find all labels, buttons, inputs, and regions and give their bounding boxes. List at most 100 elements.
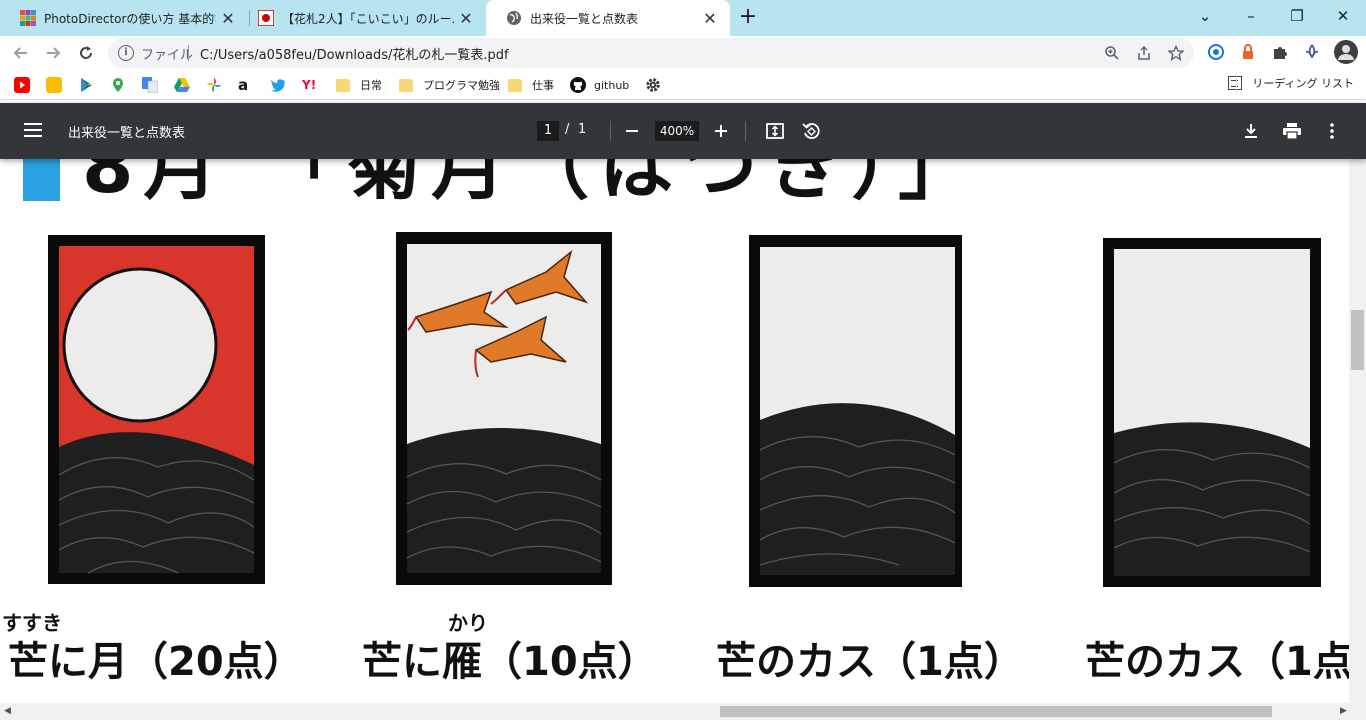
zoom-icon[interactable] (1102, 43, 1122, 63)
minimize-button[interactable]: – (1228, 0, 1274, 32)
card-2-caption: 芒に雁（10点） (362, 639, 658, 685)
toolbar-divider (610, 121, 611, 141)
card-susuki-plain-2 (1103, 238, 1321, 587)
card-1-caption: 芒に月（20点） (8, 639, 304, 685)
toolbar-divider (745, 121, 746, 141)
minus-icon (626, 130, 638, 132)
bookmark-maps[interactable] (110, 76, 126, 94)
restore-button[interactable]: ❐ (1274, 0, 1320, 32)
card-susuki-plain-1 (749, 235, 962, 587)
extension-fleur-icon[interactable] (1302, 43, 1322, 63)
share-icon[interactable] (1134, 43, 1154, 63)
browser-toolbar: i ファイル C:/Users/a058feu/Downloads/花札の札一覧… (0, 36, 1366, 70)
maps-icon (113, 78, 123, 92)
fit-to-page-icon (766, 123, 784, 139)
page-total: 1 (578, 122, 587, 137)
reload-button[interactable] (73, 40, 99, 66)
horizontal-scrollbar-thumb[interactable] (720, 706, 1272, 717)
bookmark-keep[interactable] (46, 76, 62, 94)
download-button[interactable] (1238, 118, 1264, 144)
bookmark-photos[interactable] (206, 76, 222, 94)
print-button[interactable] (1279, 118, 1305, 144)
pdf-title: 出来役一覧と点数表 (68, 126, 186, 141)
file-scheme-label: ファイル (141, 48, 194, 63)
bookmark-play[interactable] (78, 76, 94, 94)
more-options-button[interactable] (1319, 118, 1345, 144)
bookmark-twitter[interactable] (270, 76, 286, 94)
tab-title: 出来役一覧と点数表 (530, 11, 639, 26)
bookmarks-divider (1236, 76, 1237, 94)
tab-koikoi[interactable]: 【花札2人】「こいこい」のルールと役一 ✕ (238, 0, 486, 36)
bookmark-github[interactable]: github (570, 76, 629, 94)
extension-swirl-icon[interactable] (1206, 43, 1226, 63)
forward-button[interactable] (40, 40, 66, 66)
extension-lock-icon[interactable] (1238, 43, 1258, 63)
arrow-left-icon (13, 47, 27, 59)
arrow-right-icon (47, 47, 61, 59)
reading-list-label: リーディング リスト (1252, 77, 1354, 90)
new-tab-button[interactable]: + (736, 4, 760, 32)
pdf-page-content: 8月 「菊月（はつき）」 すすき 芒に月（20点） かり 芒に雁（10点） 芒の… (0, 159, 1349, 703)
photos-icon (207, 78, 221, 92)
rotate-icon (802, 123, 820, 139)
bookmark-folder-programming[interactable]: プログラマ勉強 (399, 76, 500, 94)
globe-icon (506, 10, 522, 26)
twitter-icon (271, 79, 285, 92)
folder-icon (399, 78, 413, 92)
tab-photodirector[interactable]: PhotoDirectorの使い方 基本的な ✕ (0, 0, 248, 36)
vertical-scrollbar-thumb[interactable] (1351, 310, 1364, 370)
month-heading: 8月 「菊月（はつき）」 (82, 159, 983, 210)
vertical-scrollbar[interactable] (1349, 159, 1366, 703)
star-icon[interactable] (1166, 43, 1186, 63)
bookmark-settings[interactable] (645, 76, 661, 94)
bookmark-folder-work[interactable]: 仕事 (508, 76, 554, 94)
card-susuki-geese (396, 232, 612, 585)
bookmark-translate[interactable] (142, 76, 158, 94)
github-icon (570, 77, 586, 93)
url-text[interactable]: C:/Users/a058feu/Downloads/花札の札一覧表.pdf (200, 44, 509, 63)
profile-avatar[interactable] (1334, 40, 1358, 64)
card-3-caption: 芒のカス（1点） (716, 639, 1024, 685)
bookmark-drive[interactable] (174, 76, 190, 94)
scroll-left-arrow-icon[interactable]: ◀ (4, 706, 11, 716)
card-susuki-moon (48, 235, 265, 584)
bookmark-amazon[interactable]: a (238, 76, 248, 94)
rotate-button[interactable] (798, 118, 824, 144)
plus-icon (715, 125, 727, 137)
fit-page-button[interactable] (762, 118, 788, 144)
zoom-in-button[interactable] (708, 118, 734, 144)
tab-strip: PhotoDirectorの使い方 基本的な ✕ 【花札2人】「こいこい」のルー… (0, 0, 1366, 36)
zoom-level-input[interactable]: 400% (655, 121, 699, 141)
amazon-icon: a (238, 76, 249, 94)
reload-icon (80, 46, 92, 59)
tab-title: 【花札2人】「こいこい」のルールと役一 (282, 11, 454, 26)
scroll-right-arrow-icon[interactable]: ▶ (1340, 706, 1347, 716)
kebab-menu-icon (1330, 123, 1334, 139)
bookmark-folder-daily[interactable]: 日常 (336, 76, 382, 94)
drive-icon (174, 78, 190, 92)
bookmarks-bar: a Y! 日常 プログラマ勉強 仕事 github リーディング リスト (0, 70, 1366, 100)
folder-icon (336, 78, 350, 92)
tab-search-icon[interactable]: ⌄ (1182, 0, 1228, 32)
reading-list-button[interactable]: リーディング リスト (1228, 75, 1354, 91)
bookmark-yahoo[interactable]: Y! (302, 76, 316, 94)
tab-close-icon[interactable]: ✕ (216, 9, 240, 28)
zoom-out-button[interactable] (619, 118, 645, 144)
pdf-toolbar: 出来役一覧と点数表 1 / 1 400% (0, 103, 1366, 159)
tab-close-icon[interactable]: ✕ (454, 9, 478, 28)
menu-icon[interactable] (24, 123, 42, 137)
tab-active-pdf[interactable]: 出来役一覧と点数表 ✕ (486, 0, 730, 36)
back-button[interactable] (8, 40, 34, 66)
address-bar[interactable]: i ファイル C:/Users/a058feu/Downloads/花札の札一覧… (108, 38, 1194, 68)
page-number-input[interactable]: 1 (537, 121, 559, 141)
photodirector-favicon-icon (20, 10, 36, 26)
bookmark-youtube[interactable] (14, 76, 30, 94)
info-icon[interactable]: i (118, 45, 134, 61)
gear-icon (646, 78, 660, 92)
youtube-icon (14, 77, 30, 93)
extensions-puzzle-icon[interactable] (1270, 43, 1290, 63)
download-icon (1245, 124, 1257, 138)
tab-title: PhotoDirectorの使い方 基本的な (44, 11, 216, 26)
tab-close-icon[interactable]: ✕ (698, 9, 722, 28)
close-window-button[interactable]: ✕ (1320, 0, 1366, 32)
